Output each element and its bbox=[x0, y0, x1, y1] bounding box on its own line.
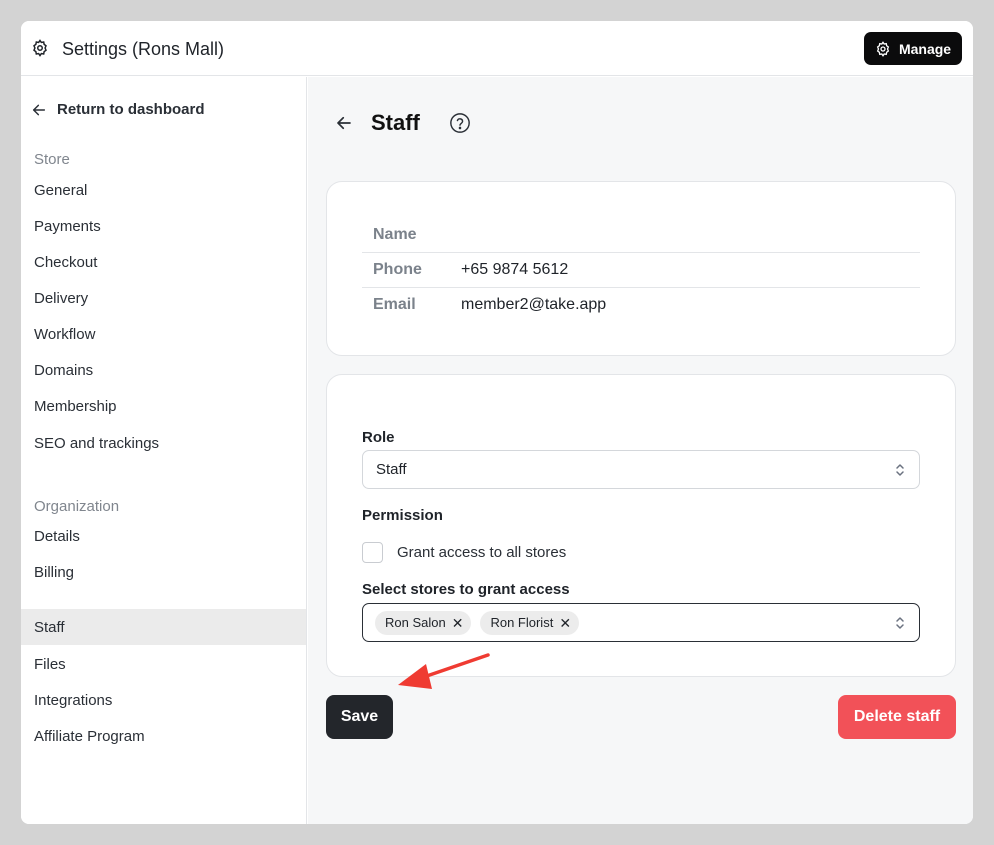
help-icon[interactable] bbox=[449, 112, 471, 134]
sidebar-item-seo[interactable]: SEO and trackings bbox=[21, 425, 306, 461]
chevron-up-down-icon bbox=[896, 464, 904, 476]
grant-all-row: Grant access to all stores bbox=[362, 542, 566, 563]
return-label: Return to dashboard bbox=[57, 101, 205, 118]
store-chip: Ron Salon ✕ bbox=[375, 610, 472, 635]
permission-label: Permission bbox=[362, 507, 443, 524]
role-select[interactable]: Staff bbox=[362, 450, 920, 489]
email-value: member2@take.app bbox=[461, 296, 607, 313]
stores-multiselect[interactable]: Ron Salon ✕ Ron Florist ✕ bbox=[362, 603, 920, 642]
staff-info-card: Name Phone +65 9874 5612 Email member2@t… bbox=[326, 181, 956, 356]
phone-row: Phone +65 9874 5612 bbox=[362, 252, 920, 287]
store-chip-label: Ron Florist bbox=[490, 615, 554, 630]
sidebar-item-general[interactable]: General bbox=[21, 172, 306, 208]
delete-staff-button[interactable]: Delete staff bbox=[838, 695, 956, 739]
name-row: Name bbox=[362, 217, 920, 252]
staff-title: Staff bbox=[371, 110, 420, 135]
grant-all-label: Grant access to all stores bbox=[397, 544, 567, 561]
email-row: Email member2@take.app bbox=[362, 287, 920, 322]
phone-label: Phone bbox=[373, 261, 422, 278]
phone-value: +65 9874 5612 bbox=[461, 261, 569, 278]
manage-label: Manage bbox=[898, 40, 952, 57]
main-content: Staff Name Phone +65 9874 5612 Email mem… bbox=[308, 77, 973, 824]
settings-window: Settings (Rons Mall) Manage Return to da… bbox=[21, 21, 973, 824]
email-label: Email bbox=[373, 296, 416, 313]
sidebar-item-checkout[interactable]: Checkout bbox=[21, 244, 306, 280]
arrow-left-icon bbox=[32, 104, 46, 115]
organization-section-label: Organization bbox=[34, 498, 120, 515]
sidebar-item-staff[interactable]: Staff bbox=[21, 609, 306, 645]
sidebar: Return to dashboard Store General Paymen… bbox=[21, 77, 307, 824]
sidebar-item-payments[interactable]: Payments bbox=[21, 208, 306, 244]
page-title: Settings (Rons Mall) bbox=[62, 39, 225, 59]
sidebar-item-details[interactable]: Details bbox=[21, 518, 306, 554]
role-value: Staff bbox=[376, 461, 407, 478]
sidebar-item-workflow[interactable]: Workflow bbox=[21, 316, 306, 352]
sidebar-item-billing[interactable]: Billing bbox=[21, 554, 306, 590]
return-to-dashboard-link[interactable]: Return to dashboard bbox=[31, 101, 205, 118]
store-chip-label: Ron Salon bbox=[385, 615, 446, 630]
remove-chip-icon[interactable]: ✕ bbox=[452, 616, 464, 630]
grant-all-checkbox[interactable] bbox=[362, 542, 383, 563]
back-arrow-icon[interactable] bbox=[335, 114, 353, 132]
sidebar-item-integrations[interactable]: Integrations bbox=[21, 682, 306, 718]
sidebar-item-delivery[interactable]: Delivery bbox=[21, 280, 306, 316]
sidebar-item-membership[interactable]: Membership bbox=[21, 388, 306, 424]
select-stores-label: Select stores to grant access bbox=[362, 581, 570, 598]
name-label: Name bbox=[373, 225, 417, 243]
store-section-label: Store bbox=[34, 151, 70, 168]
top-bar: Settings (Rons Mall) Manage bbox=[21, 21, 973, 76]
sidebar-item-domains[interactable]: Domains bbox=[21, 352, 306, 388]
sidebar-item-affiliate-program[interactable]: Affiliate Program bbox=[21, 718, 306, 754]
manage-button[interactable]: Manage bbox=[864, 32, 962, 65]
gear-icon bbox=[876, 40, 890, 57]
save-button[interactable]: Save bbox=[326, 695, 393, 739]
role-label: Role bbox=[362, 429, 395, 446]
store-chip: Ron Florist ✕ bbox=[480, 610, 580, 635]
role-permission-card: Role Staff Permission Grant access to al… bbox=[326, 374, 956, 677]
sidebar-item-files[interactable]: Files bbox=[21, 646, 306, 682]
remove-chip-icon[interactable]: ✕ bbox=[559, 616, 571, 630]
chevron-up-down-icon bbox=[896, 617, 904, 629]
gear-icon bbox=[33, 39, 47, 57]
